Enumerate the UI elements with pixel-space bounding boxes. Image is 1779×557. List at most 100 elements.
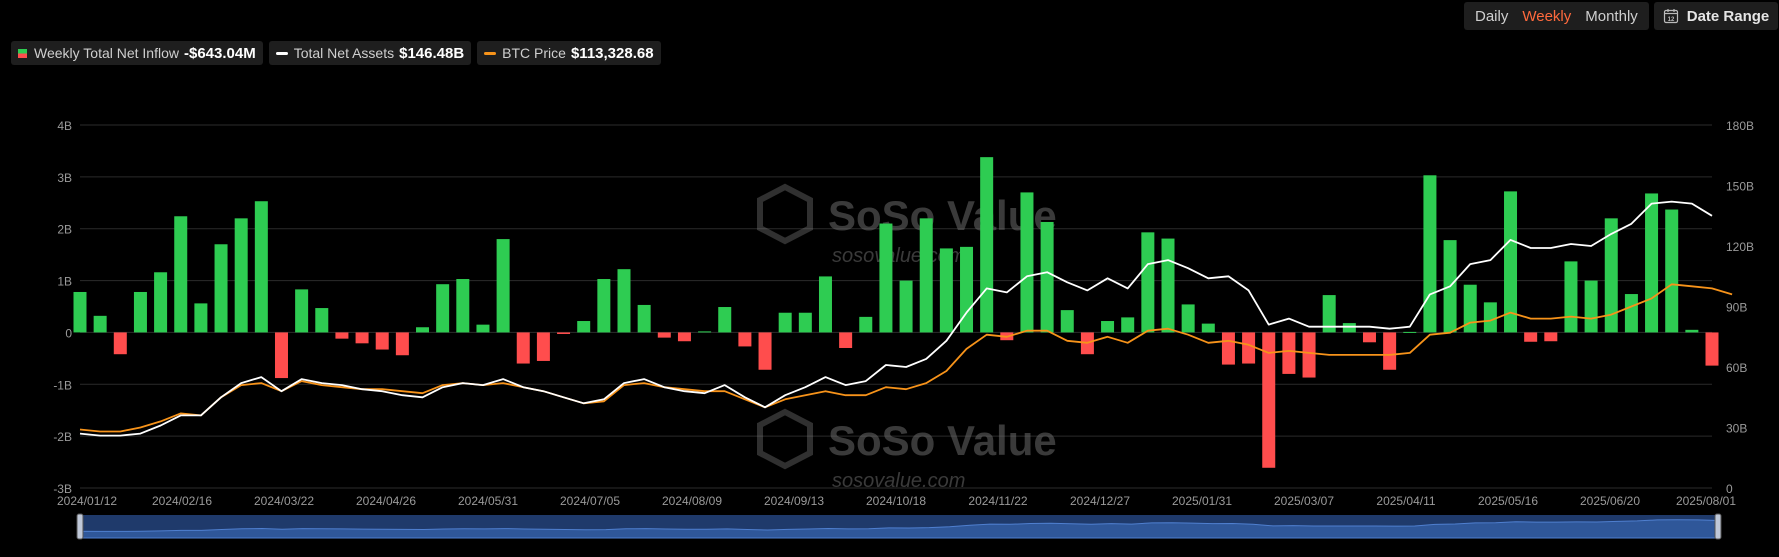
inflow-bar (1423, 175, 1437, 333)
inflow-bar (516, 332, 530, 364)
inflow-bar (254, 201, 268, 333)
inflow-bar (1121, 317, 1135, 333)
x-axis: 2024/01/12 2024/02/16 2024/03/22 2024/04/26… (57, 494, 1736, 508)
inflow-bar (416, 327, 430, 333)
navigator[interactable] (76, 513, 1722, 540)
inflow-bar (456, 279, 470, 333)
y-axis-left: 4B3B2B1B0-1B-2B-3B (53, 119, 72, 496)
inflow-bar (536, 332, 550, 361)
inflow-bar (859, 316, 873, 333)
inflow-bar (1282, 332, 1296, 374)
y-right-tick-label: 180B (1726, 119, 1754, 133)
x-tick-label: 2025/03/07 (1274, 494, 1334, 508)
inflow-bar (1221, 332, 1235, 365)
inflow-bar (1544, 332, 1558, 342)
inflow-bar (758, 332, 772, 370)
y-left-tick-label: 0 (65, 326, 72, 340)
x-tick-label: 2024/03/22 (254, 494, 314, 508)
inflow-bar (698, 331, 712, 333)
inflow-bar (1564, 261, 1578, 333)
sosovalue-logo-icon (757, 408, 813, 470)
inflow-bar (617, 269, 631, 333)
inflow-bar (436, 284, 450, 333)
inflow-bar (1181, 304, 1195, 333)
inflow-bar (73, 291, 87, 333)
x-tick-label: 2024/12/27 (1070, 494, 1130, 508)
navigator-left-handle[interactable] (76, 513, 84, 540)
inflow-bar (154, 272, 168, 333)
inflow-bar (1645, 193, 1659, 333)
inflow-bar (1020, 192, 1034, 333)
x-tick-label: 2025/08/01 (1676, 494, 1736, 508)
y-right-tick-label: 120B (1726, 240, 1754, 254)
inflow-bar (1483, 302, 1497, 333)
inflow-bar (375, 332, 389, 350)
x-tick-label: 2024/05/31 (458, 494, 518, 508)
y-right-tick-label: 90B (1726, 301, 1747, 315)
inflow-bar (1060, 310, 1074, 333)
x-tick-label: 2024/07/05 (560, 494, 620, 508)
inflow-bar (839, 332, 853, 348)
inflow-bar (577, 321, 591, 333)
inflow-bar (1504, 191, 1518, 333)
inflow-bar (1624, 294, 1638, 333)
inflow-bar (295, 289, 309, 333)
chart-area: SoSo Valuesosovalue.comSoSo Valuesosoval… (53, 119, 1754, 540)
inflow-bar (395, 332, 409, 356)
inflow-bar (174, 216, 188, 333)
x-tick-label: 2025/05/16 (1478, 494, 1538, 508)
inflow-bar (1101, 321, 1115, 333)
inflow-bar (798, 312, 812, 333)
inflow-bar (1201, 323, 1215, 333)
x-tick-label: 2024/09/13 (764, 494, 824, 508)
x-tick-label: 2024/02/16 (152, 494, 212, 508)
inflow-bar (1403, 331, 1417, 333)
inflow-bar (1161, 238, 1175, 333)
y-left-tick-label: -1B (53, 378, 72, 392)
inflow-bar (778, 312, 792, 333)
inflow-bar (879, 223, 893, 333)
inflow-bar (214, 244, 228, 333)
x-tick-label: 2024/08/09 (662, 494, 722, 508)
inflow-bar (677, 332, 691, 342)
inflow-bar (597, 279, 611, 333)
inflow-bar (93, 315, 107, 333)
x-tick-label: 2024/10/18 (866, 494, 926, 508)
inflow-bar (738, 332, 752, 347)
inflow-bar (637, 304, 651, 333)
x-tick-label: 2025/06/20 (1580, 494, 1640, 508)
inflow-bar (1705, 332, 1719, 366)
x-tick-label: 2024/04/26 (356, 494, 416, 508)
inflow-bar (657, 332, 671, 338)
inflow-bar (1141, 232, 1155, 333)
inflow-bar (496, 239, 510, 333)
inflow-bar (476, 324, 490, 333)
x-tick-label: 2025/01/31 (1172, 494, 1232, 508)
watermark-brand: SoSo Value (828, 417, 1057, 464)
logo-hexagon (757, 408, 813, 470)
inflow-bar (1040, 221, 1054, 333)
inflow-bar (818, 276, 832, 333)
y-left-tick-label: 3B (57, 171, 72, 185)
inflow-bar (133, 291, 147, 333)
y-right-tick-label: 30B (1726, 422, 1747, 436)
sosovalue-logo-icon (757, 183, 813, 245)
inflow-bar (1362, 332, 1376, 343)
inflow-bar (718, 307, 732, 333)
watermark-site: sosovalue.com (832, 470, 965, 492)
y-left-tick-label: 4B (57, 119, 72, 133)
inflow-bar (1383, 332, 1397, 370)
inflow-bar (274, 332, 288, 379)
logo-hexagon (757, 183, 813, 245)
inflow-bar (355, 332, 369, 344)
y-right-tick-label: 60B (1726, 361, 1747, 375)
inflow-bar (899, 280, 913, 333)
inflow-bar (315, 308, 329, 333)
inflow-bar (557, 332, 571, 334)
inflow-bar (1584, 280, 1598, 333)
inflow-bar (1665, 209, 1679, 333)
inflow-bar (919, 218, 933, 333)
inflow-bar (939, 248, 953, 333)
inflow-bar (1242, 332, 1256, 364)
navigator-right-handle[interactable] (1714, 513, 1722, 540)
